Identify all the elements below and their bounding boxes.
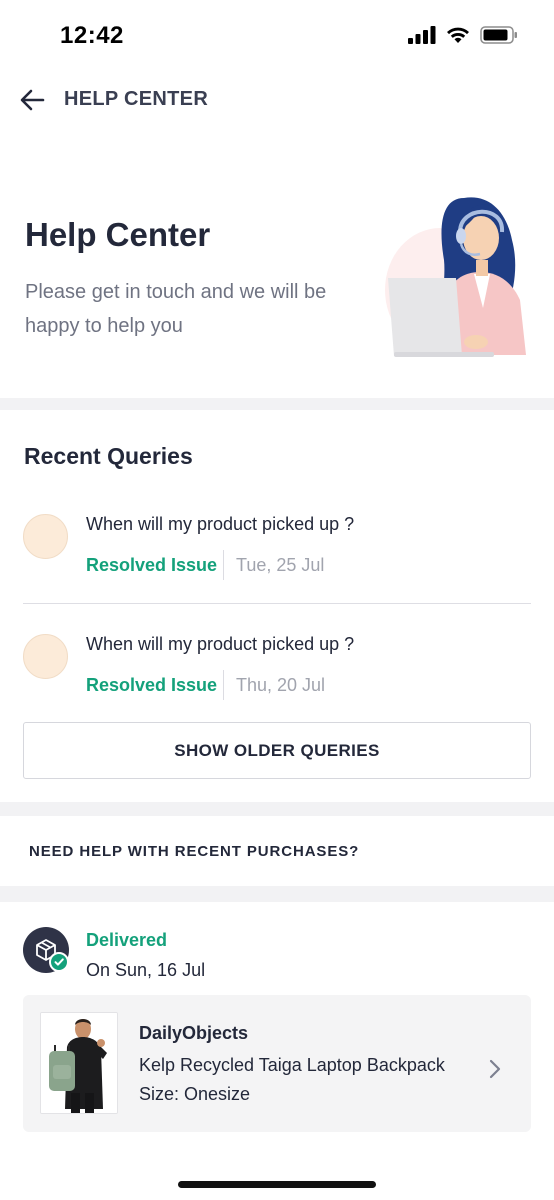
order-status: Delivered <box>86 930 168 950</box>
query-item[interactable]: When will my product picked up ? Resolve… <box>0 624 554 734</box>
status-bar: 12:42 <box>0 0 554 72</box>
battery-icon <box>480 26 517 44</box>
hero-subtitle: Please get in touch and we will be happy… <box>25 281 327 337</box>
product-image <box>40 1012 118 1114</box>
check-icon <box>49 952 69 972</box>
query-separator <box>223 670 224 700</box>
home-indicator[interactable] <box>178 1181 376 1188</box>
header-title: HELP CENTER <box>64 88 209 110</box>
query-date: Tue, 25 Jul <box>236 555 325 575</box>
hero-title: Help Center <box>25 216 211 253</box>
query-status: Resolved Issue <box>86 675 218 695</box>
section-divider <box>0 398 554 410</box>
signal-icon <box>408 26 436 44</box>
back-arrow-icon <box>20 89 45 111</box>
chevron-right-icon <box>489 1059 501 1079</box>
query-date: Thu, 20 Jul <box>236 675 326 695</box>
order-date: On Sun, 16 Jul <box>86 960 206 980</box>
help-hero: Help Center Please get in touch and we w… <box>0 128 554 398</box>
support-agent-illustration <box>385 197 526 357</box>
query-question: When will my product picked up ? <box>86 514 355 534</box>
recent-purchases-title: NEED HELP WITH RECENT PURCHASES? <box>29 843 360 860</box>
status-time: 12:42 <box>60 22 124 49</box>
product-card[interactable]: DailyObjects Kelp Recycled Taiga Laptop … <box>23 995 531 1132</box>
query-avatar <box>23 514 68 559</box>
product-name: Kelp Recycled Taiga Laptop Backpack <box>139 1055 445 1075</box>
wifi-icon <box>447 27 469 43</box>
query-status: Resolved Issue <box>86 555 218 575</box>
product-size: Size: Onesize <box>139 1084 251 1104</box>
query-question: When will my product picked up ? <box>86 634 355 654</box>
section-divider <box>0 886 554 902</box>
status-icons <box>408 26 518 44</box>
product-brand: DailyObjects <box>139 1023 249 1043</box>
query-item[interactable]: When will my product picked up ? Resolve… <box>0 504 554 614</box>
query-divider <box>23 603 531 604</box>
query-avatar <box>23 634 68 679</box>
query-separator <box>223 550 224 580</box>
show-older-queries-button[interactable]: SHOW OLDER QUERIES <box>23 722 531 779</box>
back-button[interactable] <box>16 84 48 116</box>
app-header: HELP CENTER <box>0 72 554 128</box>
section-divider <box>0 802 554 816</box>
recent-queries-title: Recent Queries <box>24 443 193 469</box>
